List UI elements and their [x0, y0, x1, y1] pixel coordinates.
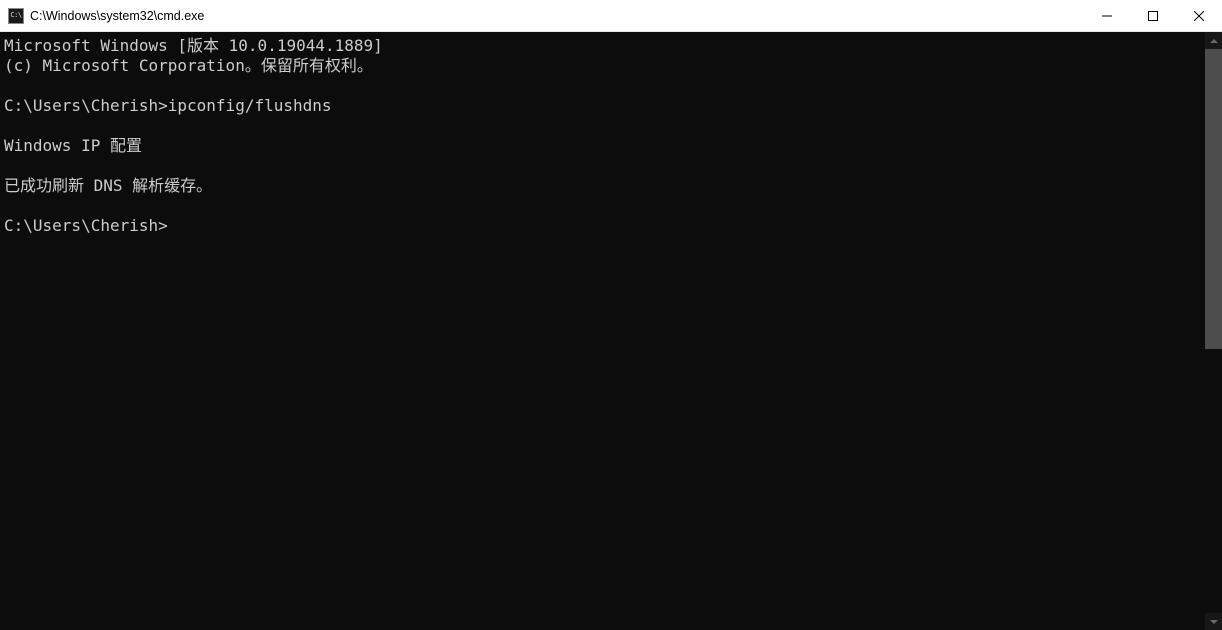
terminal-line: Windows IP 配置 [4, 136, 142, 155]
maximize-icon [1148, 11, 1158, 21]
window-controls [1084, 0, 1222, 31]
arrow-up-icon [1210, 39, 1218, 43]
terminal-line: C:\Users\Cherish>ipconfig/flushdns [4, 96, 332, 115]
terminal-line: (c) Microsoft Corporation。保留所有权利。 [4, 56, 373, 75]
minimize-button[interactable] [1084, 0, 1130, 31]
scroll-up-button[interactable] [1205, 32, 1222, 49]
vertical-scrollbar[interactable] [1205, 32, 1222, 630]
maximize-button[interactable] [1130, 0, 1176, 31]
window-title: C:\Windows\system32\cmd.exe [30, 9, 204, 23]
window-titlebar[interactable]: C:\ C:\Windows\system32\cmd.exe [0, 0, 1222, 32]
cmd-icon: C:\ [8, 8, 24, 24]
terminal-container: Microsoft Windows [版本 10.0.19044.1889] (… [0, 32, 1222, 630]
terminal-line: 已成功刷新 DNS 解析缓存。 [4, 176, 212, 195]
close-button[interactable] [1176, 0, 1222, 31]
close-icon [1194, 11, 1204, 21]
terminal-line: C:\Users\Cherish> [4, 216, 168, 235]
terminal-output[interactable]: Microsoft Windows [版本 10.0.19044.1889] (… [0, 32, 1205, 630]
terminal-line: Microsoft Windows [版本 10.0.19044.1889] [4, 36, 383, 55]
scrollbar-track[interactable] [1205, 49, 1222, 613]
scroll-down-button[interactable] [1205, 613, 1222, 630]
title-left: C:\ C:\Windows\system32\cmd.exe [0, 8, 204, 24]
scrollbar-thumb[interactable] [1205, 49, 1222, 349]
arrow-down-icon [1210, 620, 1218, 624]
minimize-icon [1102, 11, 1112, 21]
